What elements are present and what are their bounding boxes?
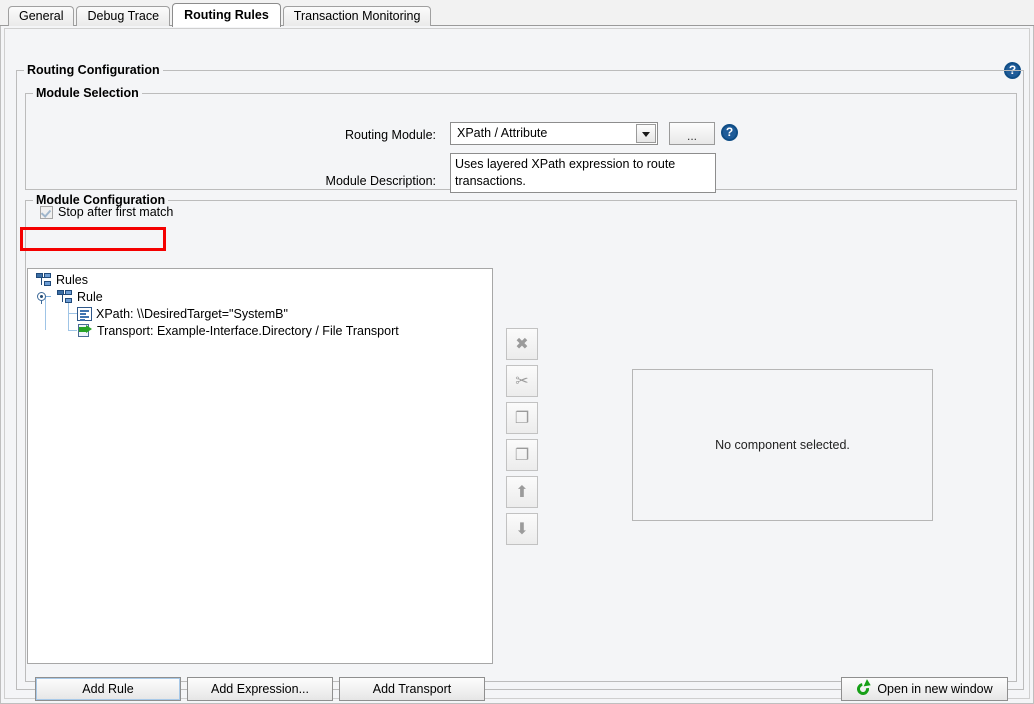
open-in-new-window-button[interactable]: Open in new window [841,677,1008,701]
expand-toggle-icon[interactable] [36,290,51,305]
transport-icon [77,324,93,338]
tree-item-label: Rule [77,290,103,304]
routing-module-select[interactable]: XPath / Attribute [450,122,658,145]
xpath-icon [77,307,92,321]
refresh-arrow-icon [854,678,873,697]
add-transport-button[interactable]: Add Transport [339,677,485,701]
tab-general[interactable]: General [8,6,75,26]
checkmark-icon [40,205,53,219]
tree-item-rules[interactable]: Rules [36,272,88,288]
tree-item-xpath[interactable]: XPath: \\DesiredTarget="SystemB" [77,306,288,322]
tab-transaction-monitoring[interactable]: Transaction Monitoring [282,6,432,26]
add-rule-button[interactable]: Add Rule [35,677,181,701]
hierarchy-icon [57,290,73,304]
open-in-new-window-label: Open in new window [877,682,993,696]
stop-after-first-match-label: Stop after first match [58,205,174,219]
module-selection-group: Module Selection Routing Module: XPath /… [25,86,1017,193]
module-description-text[interactable]: Uses layered XPath expression to route t… [450,153,716,193]
browse-button[interactable]: ... [669,122,715,145]
copy-button[interactable]: ❐ [506,402,538,434]
delete-button[interactable]: ✖ [506,328,538,360]
tree-item-label: Rules [56,273,88,287]
hierarchy-icon [36,273,52,287]
move-down-button[interactable]: ⬇ [506,513,538,545]
tree-item-label: XPath: \\DesiredTarget="SystemB" [96,307,288,321]
chevron-down-icon[interactable] [636,124,656,143]
cut-button[interactable]: ✂ [506,365,538,397]
component-preview-panel: No component selected. [632,369,933,521]
delete-icon: ✖ [515,336,529,353]
routing-module-value: XPath / Attribute [457,126,548,140]
scissors-icon: ✂ [515,373,529,390]
tree-connector-line [68,303,69,331]
routing-module-label: Routing Module: [344,128,436,142]
tab-debug-trace[interactable]: Debug Trace [76,6,171,26]
add-expression-button[interactable]: Add Expression... [187,677,333,701]
stop-after-first-match-checkbox[interactable]: Stop after first match [40,205,173,219]
tree-connector-line [68,330,77,331]
tab-content-panel: ? Routing Configuration Module Selection… [0,26,1034,704]
rules-tree-panel[interactable]: Rules Rule XPath: \\DesiredTarget="Syste… [27,268,493,664]
copy-icon: ❐ [514,410,530,427]
content-inner-frame: ? Routing Configuration Module Selection… [4,28,1030,701]
routing-configuration-title: Routing Configuration [24,63,163,77]
module-selection-title: Module Selection [33,86,142,100]
tree-connector-line [68,313,77,314]
tree-item-rule[interactable]: Rule [36,289,103,305]
tab-bar: General Debug Trace Routing Rules Transa… [0,0,1034,27]
arrow-up-icon: ⬆ [515,484,529,501]
arrow-down-icon: ⬇ [515,521,529,538]
paste-icon: ❐ [514,447,530,464]
tree-item-transport[interactable]: Transport: Example-Interface.Directory /… [77,323,399,339]
paste-button[interactable]: ❐ [506,439,538,471]
no-component-selected-text: No component selected. [715,438,850,452]
tab-list: General Debug Trace Routing Rules Transa… [8,3,433,27]
module-description-label: Module Description: [325,174,436,188]
move-up-button[interactable]: ⬆ [506,476,538,508]
routing-module-help-icon[interactable]: ? [721,124,738,141]
tree-item-label: Transport: Example-Interface.Directory /… [97,324,399,338]
tab-routing-rules[interactable]: Routing Rules [172,3,281,27]
